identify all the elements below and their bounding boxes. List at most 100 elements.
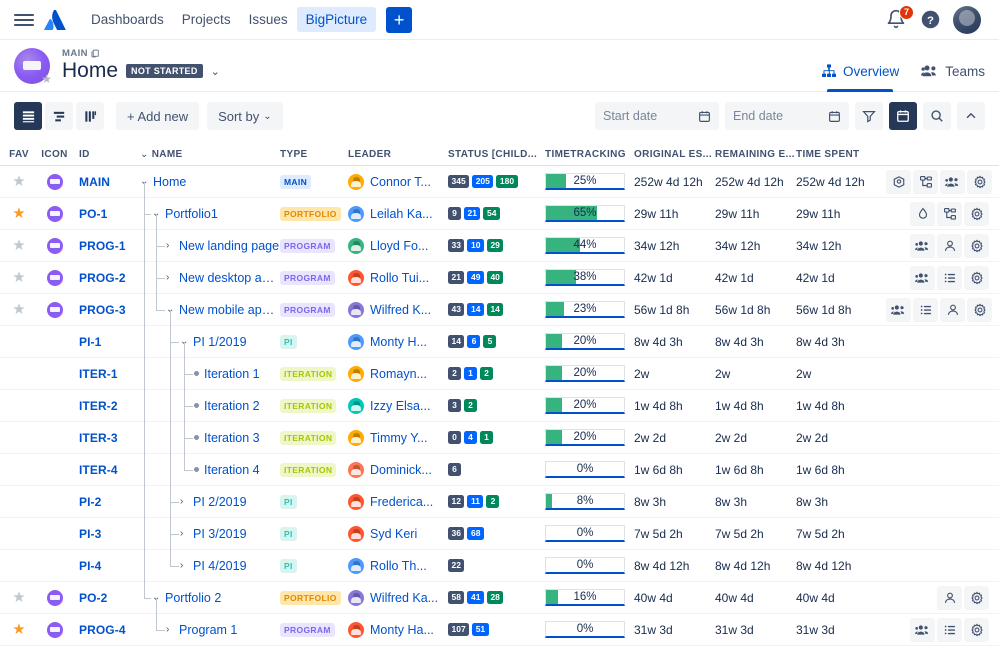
end-date-input[interactable]: End date (725, 102, 849, 130)
action-list-button[interactable] (937, 265, 962, 290)
leader-name-link[interactable]: Rollo Th... (370, 559, 427, 573)
table-row[interactable]: ★ PROG-2 › New desktop appli... PROGRAM … (0, 262, 999, 294)
row-id-link[interactable]: PROG-1 (79, 239, 126, 253)
column-header-original-estimate[interactable]: ORIGINAL ES... (634, 149, 715, 160)
action-gear-button[interactable] (964, 585, 989, 610)
progress-bar[interactable]: 20% (545, 333, 625, 350)
progress-bar[interactable]: 8% (545, 493, 625, 510)
action-gear-button[interactable] (967, 297, 992, 322)
row-id-link[interactable]: PROG-4 (79, 623, 126, 637)
column-header-icon[interactable]: ICON (38, 149, 71, 160)
leader-name-link[interactable]: Dominick... (370, 463, 432, 477)
twisty-expand-icon[interactable]: › (180, 528, 189, 539)
leader-name-link[interactable]: Izzy Elsa... (370, 399, 430, 413)
action-gear-button[interactable] (964, 233, 989, 258)
twisty-expand-icon[interactable]: › (166, 272, 175, 283)
favorite-star-icon[interactable]: ★ (12, 302, 25, 317)
progress-bar[interactable]: 0% (545, 621, 625, 638)
table-row[interactable]: ★ PROG-1 › New landing page PROGRAM Lloy… (0, 230, 999, 262)
progress-bar[interactable]: 20% (545, 365, 625, 382)
leader-name-link[interactable]: Connor T... (370, 175, 431, 189)
calendar-toggle-button[interactable] (889, 102, 917, 130)
action-people-button[interactable] (910, 617, 935, 642)
row-name-link[interactable]: PI 2/2019 (193, 495, 247, 509)
action-person-button[interactable] (937, 233, 962, 258)
row-id-link[interactable]: MAIN (79, 175, 110, 189)
column-header-name[interactable]: ⌄ NAME (140, 149, 280, 160)
action-people-button[interactable] (940, 169, 965, 194)
column-header-type[interactable]: TYPE (280, 149, 348, 160)
tab-teams[interactable]: Teams (921, 63, 985, 91)
action-drop-button[interactable] (910, 201, 935, 226)
favorite-star-icon[interactable]: ★ (12, 622, 25, 637)
sort-by-button[interactable]: Sort by ⌄ (207, 102, 283, 130)
progress-bar[interactable]: 0% (545, 461, 625, 478)
row-name-link[interactable]: Portfolio 2 (165, 591, 221, 605)
column-header-leader[interactable]: LEADER (348, 149, 448, 160)
leader-name-link[interactable]: Rollo Tui... (370, 271, 429, 285)
action-hierarchy-button[interactable] (937, 201, 962, 226)
progress-bar[interactable]: 44% (545, 237, 625, 254)
row-name-link[interactable]: Iteration 4 (204, 463, 260, 477)
favorite-star-icon[interactable]: ★ (12, 590, 25, 605)
leader-name-link[interactable]: Lloyd Fo... (370, 239, 428, 253)
row-name-link[interactable]: Home (153, 175, 186, 189)
leader-name-link[interactable]: Leilah Ka... (370, 207, 433, 221)
leader-name-link[interactable]: Wilfred K... (370, 303, 431, 317)
table-row[interactable]: ★ PROG-3 ⌄ New mobile applic... PROGRAM … (0, 294, 999, 326)
action-gear-button[interactable] (967, 169, 992, 194)
list-view-button[interactable] (14, 102, 42, 130)
table-row[interactable]: PI-4 › PI 4/2019 PI Rollo Th... 22 0% 8w… (0, 550, 999, 582)
create-button[interactable]: + (386, 6, 413, 33)
favorite-star-icon[interactable]: ★ (12, 206, 25, 221)
row-name-link[interactable]: New desktop appli... (179, 271, 280, 285)
action-people-button[interactable] (886, 297, 911, 322)
leader-name-link[interactable]: Timmy Y... (370, 431, 427, 445)
board-view-button[interactable] (76, 102, 104, 130)
user-avatar[interactable] (953, 5, 981, 34)
row-id-link[interactable]: PI-1 (79, 335, 101, 349)
progress-bar[interactable]: 20% (545, 397, 625, 414)
row-id-link[interactable]: PROG-2 (79, 271, 126, 285)
row-name-link[interactable]: Iteration 1 (204, 367, 260, 381)
row-name-link[interactable]: PI 4/2019 (193, 559, 247, 573)
column-header-status[interactable]: STATUS [CHILD... (448, 149, 545, 160)
chevron-down-icon[interactable]: ⌄ (211, 65, 220, 78)
row-id-link[interactable]: ITER-3 (79, 431, 118, 445)
leader-name-link[interactable]: Monty Ha... (370, 623, 434, 637)
column-header-time-spent[interactable]: TIME SPENT (796, 149, 886, 160)
search-button[interactable] (923, 102, 951, 130)
progress-bar[interactable]: 0% (545, 557, 625, 574)
twisty-expand-icon[interactable]: › (180, 560, 189, 571)
row-name-link[interactable]: New mobile applic... (179, 303, 280, 317)
table-row[interactable]: ITER-4 Iteration 4 ITERATION Dominick...… (0, 454, 999, 486)
twisty-expand-icon[interactable]: › (166, 624, 175, 635)
row-id-link[interactable]: PI-2 (79, 495, 101, 509)
table-row[interactable]: ITER-2 Iteration 2 ITERATION Izzy Elsa..… (0, 390, 999, 422)
leader-name-link[interactable]: Frederica... (370, 495, 433, 509)
leader-name-link[interactable]: Monty H... (370, 335, 427, 349)
progress-bar[interactable]: 65% (545, 205, 625, 222)
row-name-link[interactable]: Portfolio1 (165, 207, 218, 221)
row-id-link[interactable]: ITER-4 (79, 463, 118, 477)
nav-link-dashboards[interactable]: Dashboards (82, 7, 173, 32)
row-name-link[interactable]: Iteration 3 (204, 431, 260, 445)
row-name-link[interactable]: PI 3/2019 (193, 527, 247, 541)
action-person-button[interactable] (940, 297, 965, 322)
leader-name-link[interactable]: Romayn... (370, 367, 427, 381)
row-id-link[interactable]: PI-3 (79, 527, 101, 541)
leader-name-link[interactable]: Wilfred Ka... (370, 591, 438, 605)
gantt-view-button[interactable] (45, 102, 73, 130)
nav-link-issues[interactable]: Issues (240, 7, 297, 32)
progress-bar[interactable]: 38% (545, 269, 625, 286)
row-id-link[interactable]: ITER-2 (79, 399, 118, 413)
notifications-button[interactable]: 7 (886, 4, 914, 31)
twisty-expand-icon[interactable]: › (166, 240, 175, 251)
filter-button[interactable] (855, 102, 883, 130)
action-list-button[interactable] (937, 617, 962, 642)
leader-name-link[interactable]: Syd Keri (370, 527, 417, 541)
atlassian-logo-icon[interactable] (44, 9, 68, 31)
action-people-button[interactable] (910, 265, 935, 290)
nav-link-bigpicture[interactable]: BigPicture (296, 7, 377, 32)
progress-bar[interactable]: 16% (545, 589, 625, 606)
